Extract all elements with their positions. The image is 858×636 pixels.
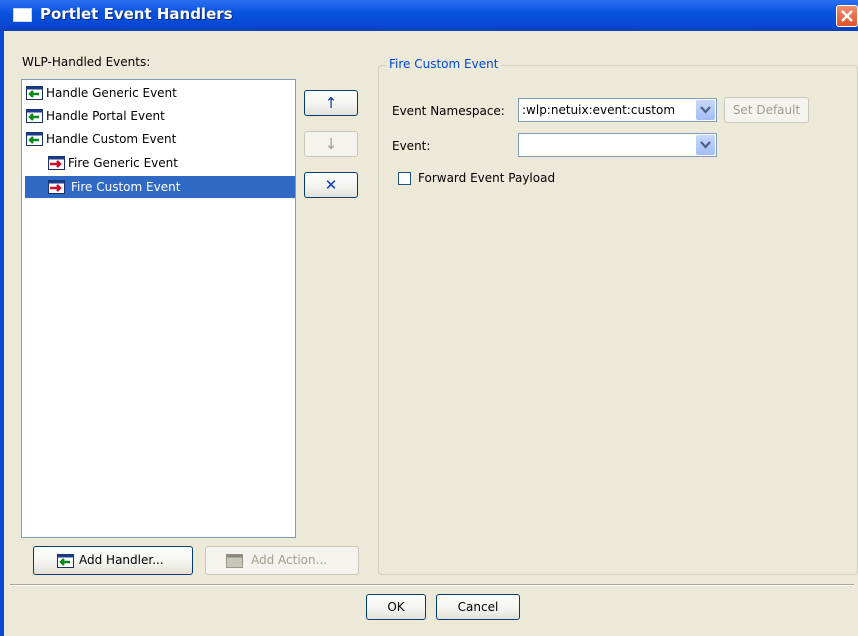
cancel-button[interactable]: Cancel — [436, 594, 520, 620]
chevron-down-icon — [700, 141, 711, 149]
handle-event-icon — [26, 132, 43, 146]
list-item-label: Fire Generic Event — [68, 156, 178, 170]
window-icon — [13, 8, 32, 22]
list-item-label: Handle Portal Event — [46, 109, 165, 123]
dropdown-button[interactable] — [696, 100, 715, 120]
list-item-handle-portal[interactable]: Handle Portal Event — [26, 105, 286, 127]
title-bar[interactable]: Portlet Event Handlers — [0, 0, 858, 31]
handle-event-icon — [26, 109, 43, 123]
list-item-label: Handle Custom Event — [46, 132, 177, 146]
close-button[interactable] — [836, 5, 858, 27]
forward-payload-label: Forward Event Payload — [418, 171, 556, 185]
remove-button[interactable]: ✕ — [304, 172, 358, 198]
add-action-label: Add Action... — [251, 553, 328, 567]
events-heading: WLP-Handled Events: — [22, 55, 151, 69]
forward-payload-checkbox[interactable] — [398, 172, 411, 185]
namespace-label: Event Namespace: — [392, 104, 505, 118]
namespace-value: :wlp:netuix:event:custom — [522, 103, 676, 117]
window-title: Portlet Event Handlers — [40, 5, 233, 23]
set-default-button[interactable]: Set Default — [724, 97, 809, 123]
move-down-button[interactable]: ↓ — [304, 131, 358, 157]
event-combo[interactable] — [518, 133, 717, 157]
close-icon — [841, 10, 853, 22]
group-title: Fire Custom Event — [386, 57, 502, 71]
move-up-button[interactable]: ↑ — [304, 90, 358, 116]
event-label: Event: — [392, 139, 431, 153]
ok-button[interactable]: OK — [366, 594, 426, 620]
add-handler-label: Add Handler... — [79, 553, 164, 567]
list-item-label: Handle Generic Event — [46, 86, 177, 100]
list-item-fire-custom[interactable]: Fire Custom Event — [25, 176, 295, 198]
add-handler-button[interactable]: Add Handler... — [33, 546, 193, 575]
remove-icon: ✕ — [324, 176, 338, 194]
list-item-handle-custom[interactable]: Handle Custom Event — [26, 128, 286, 150]
add-action-button[interactable]: Add Action... — [205, 546, 359, 575]
fire-event-icon — [48, 156, 65, 170]
footer-separator — [10, 584, 854, 586]
arrow-up-icon: ↑ — [324, 94, 338, 112]
events-list[interactable]: Handle Generic Event Handle Portal Event… — [21, 79, 296, 538]
list-item-label: Fire Custom Event — [71, 180, 181, 194]
action-icon — [226, 554, 243, 568]
arrow-down-icon: ↓ — [324, 135, 338, 153]
fire-event-icon — [48, 180, 65, 194]
handle-event-icon — [57, 554, 74, 568]
list-item-fire-generic[interactable]: Fire Generic Event — [48, 152, 288, 174]
handle-event-icon — [26, 86, 43, 100]
namespace-combo[interactable]: :wlp:netuix:event:custom — [518, 98, 717, 122]
dropdown-button[interactable] — [696, 135, 715, 155]
list-item-handle-generic[interactable]: Handle Generic Event — [26, 82, 286, 104]
chevron-down-icon — [700, 106, 711, 114]
